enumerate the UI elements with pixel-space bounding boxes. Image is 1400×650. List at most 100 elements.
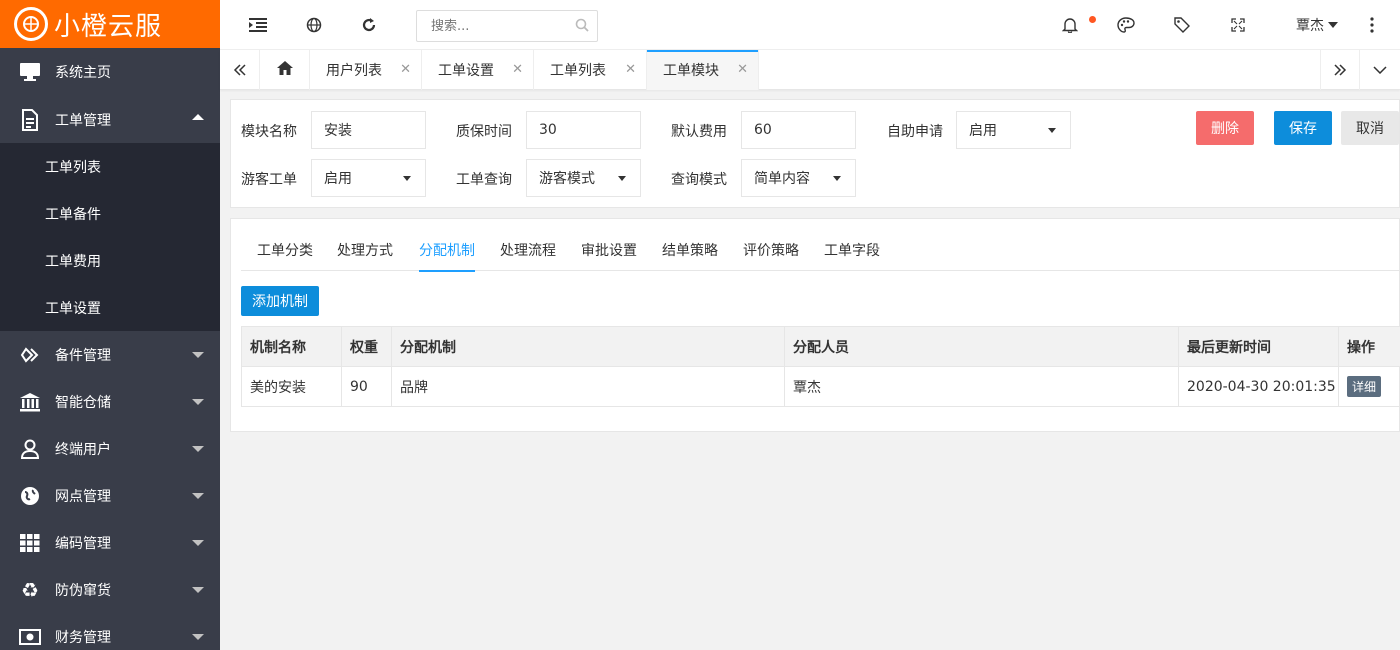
workorder-query-label: 工单查询 <box>456 172 512 188</box>
cancel-button[interactable]: 取消 <box>1341 111 1399 145</box>
query-mode-select[interactable]: 简单内容 <box>741 159 856 197</box>
dropdown-caret-icon <box>403 176 411 181</box>
logo-text: 小橙云服 <box>54 11 163 42</box>
close-icon[interactable]: ✕ <box>625 62 636 77</box>
guest-workorder-select[interactable]: 启用 <box>311 159 426 197</box>
cell-actions: 详细 <box>1338 366 1400 407</box>
subtab-evaluation[interactable]: 评价策略 <box>743 229 799 271</box>
close-icon[interactable]: ✕ <box>737 62 748 77</box>
tab-user-list[interactable]: 用户列表 ✕ <box>310 50 422 90</box>
cell-assignee: 覃杰 <box>784 366 1179 407</box>
page-tabs: 用户列表 ✕ 工单设置 ✕ 工单列表 ✕ 工单模块 ✕ <box>220 50 1400 90</box>
sidebar-item-label: 财务管理 <box>55 629 111 646</box>
search-box <box>416 10 598 42</box>
home-tab[interactable] <box>260 50 310 90</box>
tag-icon[interactable] <box>1162 0 1202 50</box>
cell-mechanism-name: 美的安装 <box>241 366 342 407</box>
user-menu[interactable]: 覃杰 <box>1296 0 1338 50</box>
search-input[interactable] <box>417 11 557 41</box>
tab-workorder-settings[interactable]: 工单设置 ✕ <box>422 50 534 90</box>
globe-icon <box>18 484 42 508</box>
cell-weight: 90 <box>341 366 392 407</box>
detail-button[interactable]: 详细 <box>1347 376 1382 397</box>
field-value: 启用 <box>969 123 997 139</box>
chevron-down-icon <box>192 352 204 358</box>
close-icon[interactable]: ✕ <box>512 62 523 77</box>
tab-label: 用户列表 <box>326 63 382 79</box>
tab-label: 工单列表 <box>550 63 606 79</box>
module-name-input[interactable]: 安装 <box>311 111 426 149</box>
search-icon[interactable] <box>575 18 589 36</box>
self-apply-select[interactable]: 启用 <box>956 111 1071 149</box>
warranty-input[interactable]: 30 <box>526 111 641 149</box>
sidebar-item-parts[interactable]: 备件管理 <box>0 331 220 378</box>
chevron-down-icon <box>192 493 204 499</box>
sidebar-item-end-users[interactable]: 终端用户 <box>0 425 220 472</box>
sidebar-item-home[interactable]: 系统主页 <box>0 48 220 96</box>
subtab-process[interactable]: 处理流程 <box>500 229 556 271</box>
col-assignment: 分配机制 <box>391 326 785 367</box>
globe-icon[interactable] <box>294 0 334 50</box>
sidebar-item-codes[interactable]: 编码管理 <box>0 519 220 566</box>
sidebar-subitem-workorder-list[interactable]: 工单列表 <box>0 143 220 190</box>
palette-icon[interactable] <box>1106 0 1146 50</box>
parts-icon <box>18 343 42 367</box>
fullscreen-icon[interactable] <box>1218 0 1258 50</box>
more-vertical-icon[interactable] <box>1352 0 1392 50</box>
mechanism-table: 机制名称 权重 分配机制 分配人员 最后更新时间 操作 美的安装 90 品牌 覃… <box>241 326 1400 407</box>
logo[interactable]: 小橙云服 <box>0 0 220 48</box>
close-icon[interactable]: ✕ <box>400 62 411 77</box>
chevron-down-icon <box>192 446 204 452</box>
guest-workorder-label: 游客工单 <box>241 172 297 188</box>
grid-icon <box>18 531 42 555</box>
default-fee-input[interactable]: 60 <box>741 111 856 149</box>
money-icon <box>18 625 42 649</box>
bell-icon[interactable] <box>1050 0 1090 50</box>
recycle-icon: ♻ <box>21 577 39 602</box>
subtab-approval[interactable]: 审批设置 <box>581 229 637 271</box>
col-weight: 权重 <box>341 326 392 367</box>
sidebar-item-workorder[interactable]: 工单管理 <box>0 96 220 143</box>
sidebar-subitem-workorder-settings[interactable]: 工单设置 <box>0 284 220 331</box>
subtab-category[interactable]: 工单分类 <box>257 229 313 271</box>
tab-label: 工单设置 <box>438 63 494 79</box>
tabs-scroll-right-icon[interactable] <box>1320 50 1360 90</box>
tabs-menu-chevron-down-icon[interactable] <box>1360 50 1400 90</box>
notification-dot <box>1089 16 1096 23</box>
sidebar-item-label: 系统主页 <box>55 65 111 81</box>
sidebar-item-warehouse[interactable]: 智能仓储 <box>0 378 220 425</box>
sidebar-subitem-workorder-fees[interactable]: 工单费用 <box>0 237 220 284</box>
sidebar-item-outlets[interactable]: 网点管理 <box>0 472 220 519</box>
field-value: 简单内容 <box>754 171 810 187</box>
field-value: 30 <box>539 122 557 138</box>
tab-workorder-list[interactable]: 工单列表 ✕ <box>534 50 647 90</box>
workorder-query-select[interactable]: 游客模式 <box>526 159 641 197</box>
add-mechanism-button[interactable]: 添加机制 <box>241 286 319 316</box>
col-assignee: 分配人员 <box>784 326 1179 367</box>
menu-toggle-icon[interactable] <box>238 0 278 50</box>
chevron-down-icon <box>192 587 204 593</box>
save-button[interactable]: 保存 <box>1274 111 1332 145</box>
tabs-scroll-left-icon[interactable] <box>220 50 260 90</box>
sidebar-item-finance[interactable]: 财务管理 <box>0 613 220 650</box>
module-subtabs: 工单分类 处理方式 分配机制 处理流程 审批设置 结单策略 评价策略 工单字段 <box>241 229 1400 272</box>
field-value: 60 <box>754 122 772 138</box>
chevron-down-icon <box>192 540 204 546</box>
delete-button[interactable]: 删除 <box>1196 111 1254 145</box>
col-updated-at: 最后更新时间 <box>1178 326 1339 367</box>
cell-updated-at: 2020-04-30 20:01:35 <box>1178 366 1339 407</box>
sidebar-item-label: 工单管理 <box>55 112 111 129</box>
sidebar-subitem-workorder-parts[interactable]: 工单备件 <box>0 190 220 237</box>
subtab-assignment[interactable]: 分配机制 <box>419 229 475 272</box>
refresh-icon[interactable] <box>349 0 389 50</box>
document-icon <box>18 108 42 132</box>
sidebar-item-anti-counterfeit[interactable]: ♻ 防伪窜货 <box>0 566 220 613</box>
subtab-handling[interactable]: 处理方式 <box>337 229 393 271</box>
user-name: 覃杰 <box>1296 18 1324 34</box>
field-value: 游客模式 <box>539 171 595 187</box>
dropdown-caret-icon <box>1048 128 1056 133</box>
caret-down-icon <box>1328 22 1338 28</box>
subtab-fields[interactable]: 工单字段 <box>824 229 880 271</box>
tab-workorder-module[interactable]: 工单模块 ✕ <box>647 50 759 90</box>
subtab-closing[interactable]: 结单策略 <box>662 229 718 271</box>
